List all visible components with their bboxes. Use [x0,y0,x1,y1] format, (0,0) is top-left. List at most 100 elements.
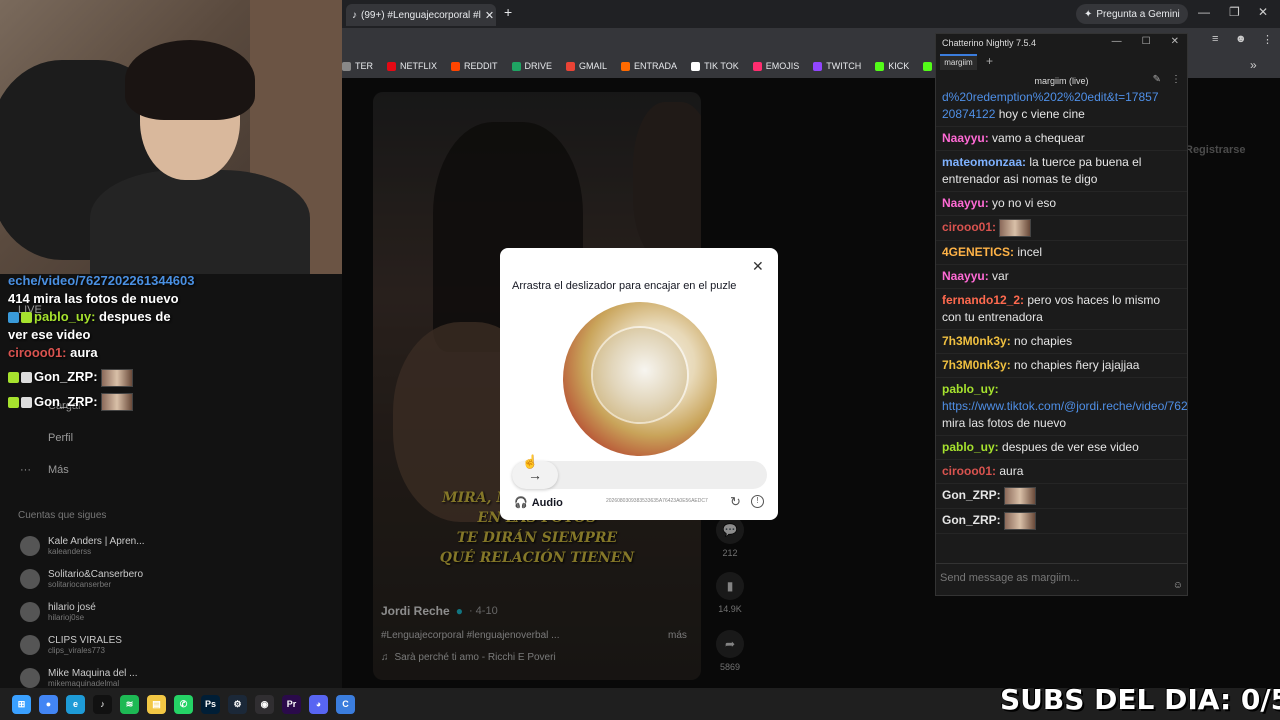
bookmark-icon [691,61,701,71]
discord-icon[interactable]: ◕ [309,694,328,714]
chat-text: no chapies ñery jajajjaa [1014,358,1140,372]
bookmark-icon [342,61,351,71]
chat-username[interactable]: 4GENETICS: [942,245,1014,259]
chat-username[interactable]: pablo_uy: [942,440,999,454]
chat-text: mira las fotos de nuevo [942,416,1067,430]
chat-username[interactable]: 7h3M0nk3y: [942,358,1011,372]
chat-username[interactable]: cirooo01: [942,220,996,234]
chat-username[interactable]: Gon_ZRP: [942,488,1001,502]
bookmark-icon [511,61,521,71]
bookmark-kick[interactable]: KICK [875,61,909,71]
bookmark-reddit[interactable]: REDDIT [451,61,498,71]
account-name: CLIPS VIRALES [48,635,122,646]
obs-icon[interactable]: ◉ [255,694,274,714]
photoshop-icon[interactable]: Ps [201,694,220,714]
chat-message: Naayyu: vamo a chequear [936,127,1187,151]
close-icon[interactable]: ✕ [752,258,764,275]
bookmark-emojis[interactable]: EMOJIS [752,61,799,71]
bookmark-tik-tok[interactable]: TIK TOK [691,61,739,71]
chat-text: hoy c viene cine [998,107,1085,121]
gemini-button[interactable]: ✦ Pregunta a Gemini [1076,4,1188,24]
emoji-icon[interactable]: ☺ [1173,580,1183,591]
avatar [20,635,40,655]
info-icon[interactable]: ! [751,495,764,508]
followed-account[interactable]: Kale Anders | Apren... kaleanderss [20,536,145,556]
avatar [20,569,40,589]
maximize-icon[interactable]: ❐ [1229,5,1240,19]
refresh-icon[interactable]: ↻ [730,494,741,510]
close-window-icon[interactable]: ✕ [1258,5,1268,19]
chatterino-window: Chatterino Nightly 7.5.4 — ☐ ✕ margiim + m… [935,33,1188,596]
browser-menu-icon[interactable]: ⋮ [1262,33,1273,46]
sidebar-item-more[interactable]: Más [48,464,69,476]
edge-icon[interactable]: e [66,694,85,714]
minimize-icon[interactable]: — [1198,5,1210,19]
bookmark-netflix[interactable]: NETFLIX [387,61,437,71]
browser-tab[interactable]: ♪ (99+) #Lenguajecorporal #l ✕ [346,4,496,26]
chat-text: var [992,269,1009,283]
new-tab-button[interactable]: + [504,4,512,20]
channel-header: margiim (live) [1034,76,1089,86]
bookmark-twitch[interactable]: TWITCH [813,61,861,71]
bookmark-icon [387,61,396,71]
chat-username[interactable]: mateomonzaa: [942,155,1026,169]
followed-account[interactable]: hilario josé hilarioj0se [20,602,96,622]
chat-username[interactable]: Naayyu: [942,196,989,210]
chat-text: aura [999,464,1024,478]
chat-text[interactable]: https://www.tiktok.com/@jordi.reche/vide… [942,399,1187,413]
close-tab-icon[interactable]: ✕ [485,9,494,22]
chat-username[interactable]: Naayyu: [942,131,989,145]
message-input[interactable]: Send message as margiim... [936,563,1187,595]
add-tab-icon[interactable]: + [986,54,993,68]
reading-list-icon[interactable]: ≡ [1212,33,1218,45]
chat-message: cirooo01: [936,216,1187,241]
chatterino-icon[interactable]: C [336,694,355,714]
followed-account[interactable]: Mike Maquina del ... mikemaquinadelmal [20,668,138,688]
avatar [20,536,40,556]
chat-username[interactable]: pablo_uy: [942,382,999,396]
tiktok-icon[interactable]: ♪ [93,694,112,714]
spotify-icon[interactable]: ≋ [120,694,139,714]
whatsapp-icon[interactable]: ✆ [174,694,193,714]
chat-username[interactable]: Gon_ZRP: [942,513,1001,527]
chat-username[interactable]: 7h3M0nk3y: [942,334,1011,348]
overlay-chat-line: 414 mira las fotos de nuevo [8,291,179,306]
close-icon[interactable]: ✕ [1171,36,1179,47]
sidebar-item-profile[interactable]: Perfil [48,432,73,444]
maximize-icon[interactable]: ☐ [1142,36,1151,47]
bookmark-entrada[interactable]: ENTRADA [621,61,677,71]
bookmark-drive[interactable]: DRIVE [511,61,552,71]
profile-icon[interactable]: ☻ [1235,33,1247,45]
windows-start-icon[interactable]: ⊞ [12,694,31,714]
mouse-cursor-icon: ☝ [522,454,539,469]
folder-icon[interactable]: ▤ [147,694,166,714]
more-icon: ··· [20,464,31,476]
account-name: Solitario&Canserbero [48,569,144,580]
chatterino-tab[interactable]: margiim [940,54,977,70]
bookmark-icon [621,61,631,71]
chat-username[interactable]: fernando12_2: [942,293,1024,307]
chrome-icon[interactable]: ● [39,694,58,714]
edit-icon[interactable]: ✎ [1153,74,1161,85]
audio-button[interactable]: 🎧 Audio [514,496,563,510]
followed-account[interactable]: Solitario&Canserbero solitariocanserber [20,569,143,589]
premiere-icon[interactable]: Pr [282,694,301,714]
chat-message: Naayyu: var [936,265,1187,289]
menu-icon[interactable]: ⋮ [1171,74,1181,85]
bookmark-gmail[interactable]: GMAIL [566,61,607,71]
bookmark-icon [566,61,576,71]
bookmark-ter[interactable]: TER [342,61,373,71]
chat-message: Gon_ZRP: [936,509,1187,534]
followed-account[interactable]: CLIPS VIRALES clips_virales773 [20,635,122,655]
steam-icon[interactable]: ⚙ [228,694,247,714]
minimize-icon[interactable]: — [1112,36,1122,47]
account-handle: solitariocanserber [48,580,112,589]
chat-emote [999,219,1032,237]
bookmark-icon [813,61,823,71]
chat-text: vamo a chequear [992,131,1085,145]
captcha-slider-track[interactable]: → [512,461,767,489]
bookmarks-overflow-icon[interactable]: » [1250,58,1257,72]
chat-emote [1004,487,1037,505]
chat-username[interactable]: Naayyu: [942,269,989,283]
chat-username[interactable]: cirooo01: [942,464,996,478]
